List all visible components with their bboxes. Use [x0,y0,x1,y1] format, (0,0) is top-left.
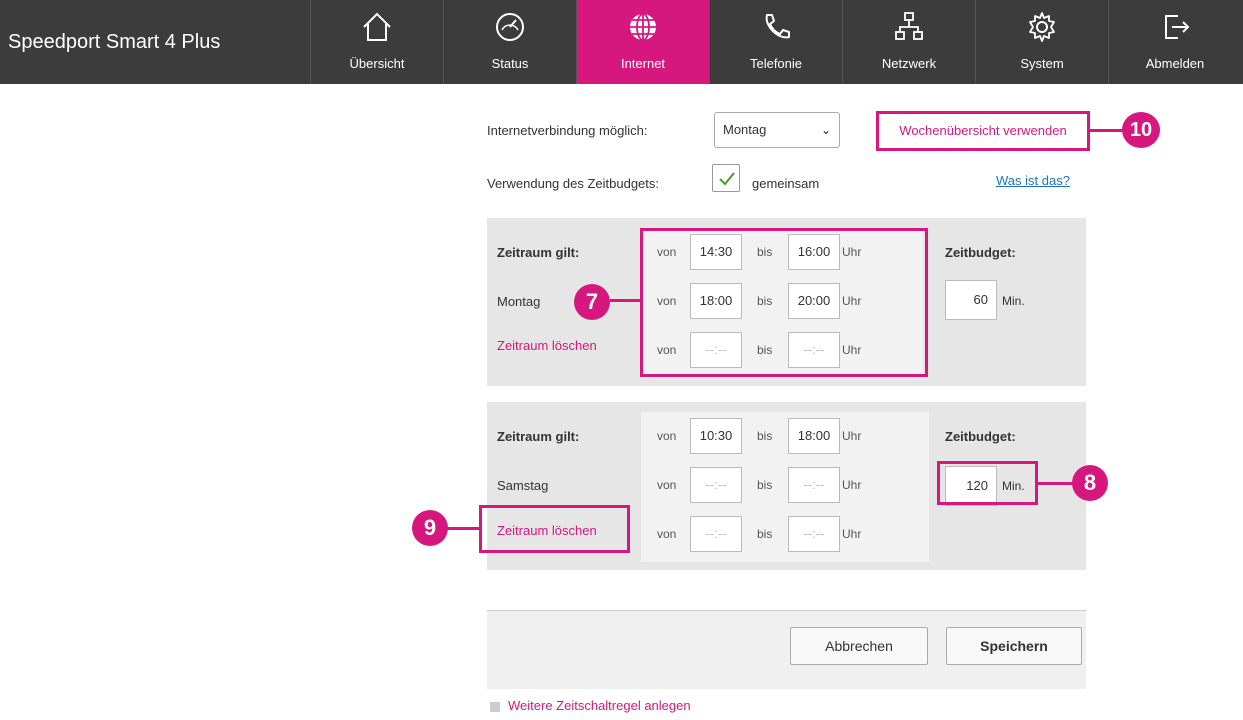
delete-period-link[interactable]: Zeitraum löschen [497,338,597,353]
network-icon [895,12,923,40]
unit-label: Uhr [842,429,862,443]
budget-label: Zeitbudget: [945,429,1016,444]
nav-label: Telefonie [749,56,803,71]
rule-day: Samstag [497,478,549,493]
to-label: bis [757,527,773,541]
nav-item-uebersicht[interactable]: Übersicht [310,0,443,84]
nav-item-telefonie[interactable]: Telefonie [709,0,842,84]
app-title: Speedport Smart 4 Plus [8,31,221,53]
checkmark-icon [719,172,735,186]
nav-item-abmelden[interactable]: Abmelden [1108,0,1241,84]
from-label: von [657,429,677,443]
budget-label: Zeitbudget: [945,245,1016,260]
add-rule-label: Weitere Zeitschaltregel anlegen [508,698,691,713]
callout-connector [446,527,480,530]
period-to-field[interactable]: 18:00 [788,418,840,454]
globe-icon [630,13,656,41]
budget-unit: Min. [1002,294,1025,308]
nav-label: Status [491,56,529,71]
cancel-button[interactable]: Abbrechen [790,627,928,665]
nav-item-status[interactable]: Status [443,0,576,84]
save-button[interactable]: Speichern [946,627,1082,665]
budget-usage-label: Verwendung des Zeitbudgets: [487,176,660,191]
callout-badge-7: 7 [574,284,610,320]
rule-header: Zeitraum gilt: [497,245,580,260]
period-from-field[interactable]: 10:30 [690,418,742,454]
chevron-down-icon: ⌄ [820,123,831,137]
phone-icon [765,14,790,39]
gear-icon [1029,12,1055,42]
budget-usage-checkbox[interactable] [712,164,740,192]
nav-item-system[interactable]: System [975,0,1108,84]
nav-label: Internet [620,56,666,71]
from-label: von [657,527,677,541]
callout-connector [1090,129,1124,132]
rule-header: Zeitraum gilt: [497,429,580,444]
to-label: bis [757,478,773,492]
home-icon [363,12,391,41]
plus-icon [490,701,500,712]
logout-icon [1165,15,1190,39]
nav-label: Abmelden [1145,56,1205,71]
unit-label: Uhr [842,478,862,492]
callout-connector [610,299,642,302]
period-from-field[interactable]: --:-- [690,516,742,552]
nav-item-internet[interactable]: Internet [576,0,709,84]
rule-day: Montag [497,294,541,309]
nav-label: System [1020,56,1064,71]
nav-item-netzwerk[interactable]: Netzwerk [842,0,975,84]
callout-connector [1037,482,1073,485]
from-label: von [657,478,677,492]
add-rule-link[interactable]: Weitere Zeitschaltregel anlegen [490,698,691,713]
budget-usage-value: gemeinsam [752,176,820,191]
day-select-value: Montag [723,122,767,137]
day-select[interactable]: Montag ⌄ [714,112,840,148]
week-overview-link[interactable]: Wochenübersicht verwenden [876,111,1090,151]
callout-badge-8: 8 [1072,465,1108,501]
gauge-icon [496,13,524,41]
connection-label: Internetverbindung möglich: [487,123,648,138]
period-from-field[interactable]: --:-- [690,467,742,503]
callout-badge-10: 10 [1122,112,1160,148]
unit-label: Uhr [842,527,862,541]
callout-badge-9: 9 [412,510,448,546]
to-label: bis [757,429,773,443]
periods-background [641,412,929,562]
main-nav: Übersicht Status Internet Telefonie Netz… [310,0,1241,84]
period-to-field[interactable]: --:-- [788,467,840,503]
budget-field[interactable]: 60 [945,280,997,320]
top-navigation-bar: Speedport Smart 4 Plus Übersicht Status … [0,0,1243,84]
callout-highlight-budget [937,461,1038,505]
nav-label: Netzwerk [881,56,937,71]
nav-label: Übersicht [349,56,405,71]
period-to-field[interactable]: --:-- [788,516,840,552]
callout-highlight-delete [479,505,630,553]
help-link[interactable]: Was ist das? [996,173,1070,188]
callout-highlight-periods [640,228,928,377]
